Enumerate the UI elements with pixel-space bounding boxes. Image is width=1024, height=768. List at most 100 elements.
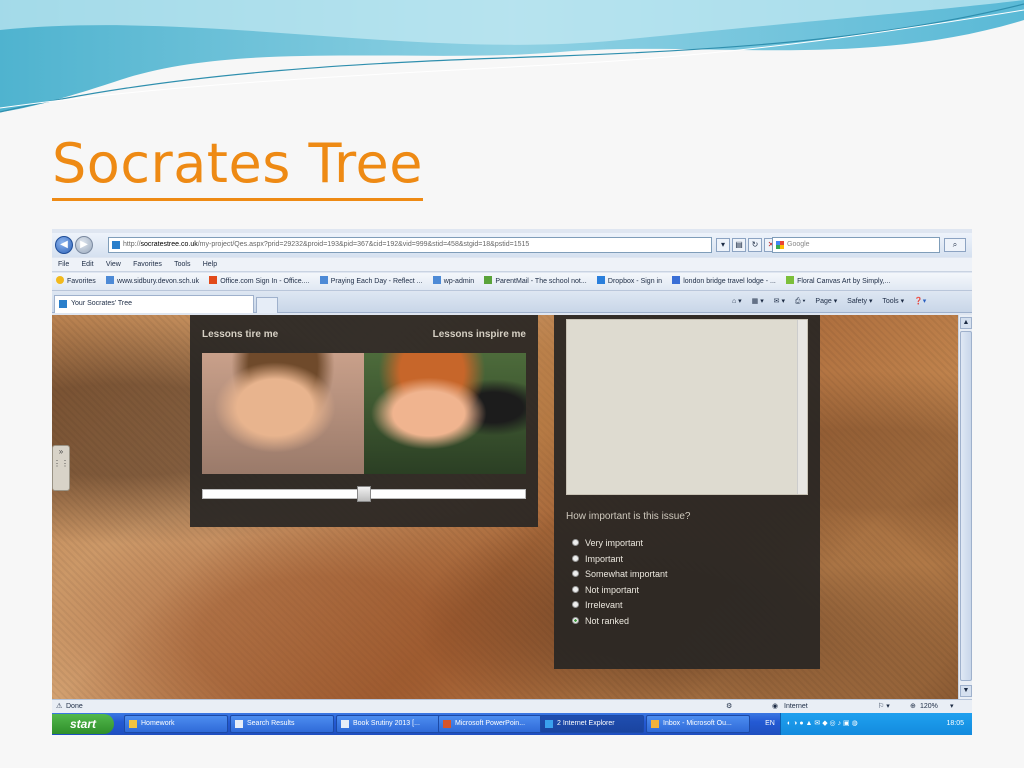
back-arrow-icon: ◀: [60, 239, 68, 250]
radio-icon[interactable]: [572, 616, 579, 624]
task-label: Inbox - Microsoft Ou...: [663, 720, 732, 727]
menu-favorites[interactable]: Favorites: [133, 258, 162, 272]
radio-icon[interactable]: [572, 570, 579, 577]
menu-file[interactable]: File: [58, 258, 69, 272]
side-panel-handle[interactable]: » ⋮⋮: [52, 445, 70, 491]
favorites-bar: Favorites www.sidbury.devon.sch.uk Offic…: [52, 273, 972, 291]
favorite-label: Praying Each Day - Reflect ...: [330, 278, 423, 285]
search-input[interactable]: Google: [772, 237, 940, 253]
zoom-icon: ⊕: [910, 703, 916, 710]
favorite-label: ParentMail - The school not...: [495, 278, 587, 285]
radio-icon[interactable]: [572, 601, 579, 608]
radio-icon[interactable]: [572, 539, 579, 546]
site-favicon-icon: [112, 241, 120, 249]
page-scrollbar[interactable]: ▲ ▼: [958, 315, 972, 699]
option-label: Not ranked: [585, 615, 630, 626]
importance-option[interactable]: Not ranked: [572, 615, 629, 627]
importance-option[interactable]: Somewhat important: [572, 568, 668, 580]
importance-option[interactable]: Not important: [572, 584, 639, 596]
menu-tools[interactable]: Tools: [174, 258, 190, 272]
opinion-slider-thumb[interactable]: [357, 486, 371, 502]
compat-icon: ▤: [735, 240, 743, 249]
ie-page-icon: [319, 276, 328, 284]
search-results-icon: [235, 720, 243, 728]
status-bar: ⚠ Done ⚙ ◉ Internet ⚐ ▾ ⊕ 120% ▾: [52, 699, 972, 713]
tab-your-socrates-tree[interactable]: Your Socrates' Tree: [54, 295, 254, 313]
ranking-panel: How important is this issue? Very import…: [554, 315, 820, 669]
favorite-link-praying[interactable]: Praying Each Day - Reflect ...: [319, 273, 423, 290]
favorite-link-wp-admin[interactable]: wp-admin: [432, 273, 474, 290]
importance-option[interactable]: Irrelevant: [572, 599, 623, 611]
favorite-link-sidbury[interactable]: www.sidbury.devon.sch.uk: [106, 273, 199, 290]
option-label: Irrelevant: [585, 600, 623, 610]
url-input[interactable]: http://socratestree.co.uk/my-project/Qes…: [108, 237, 712, 253]
scroll-down-icon[interactable]: ▼: [960, 685, 972, 697]
favorites-button[interactable]: Favorites: [56, 273, 96, 290]
favorite-link-travel-lodge[interactable]: london bridge travel lodge - ...: [672, 273, 776, 290]
url-host: socratestree.co.uk: [140, 241, 198, 248]
task-label: Book Srutiny 2013 [...: [353, 720, 420, 727]
favorite-link-parentmail[interactable]: ParentMail - The school not...: [484, 273, 587, 290]
option-label: Somewhat important: [585, 569, 668, 579]
menu-bar: File Edit View Favorites Tools Help: [52, 258, 972, 272]
scrollbar-thumb[interactable]: [960, 331, 972, 681]
folder-icon: [129, 720, 137, 728]
compatibility-button[interactable]: ▤: [732, 238, 746, 252]
forward-button[interactable]: ▶: [75, 236, 93, 254]
tray-icons[interactable]: ◐ ◑ ● ▲ ✉ ◆ ◎ ♪ ▣ ◍: [787, 713, 858, 735]
refresh-button[interactable]: ↻: [748, 238, 762, 252]
comment-textarea[interactable]: [566, 319, 808, 495]
favorite-link-dropbox[interactable]: Dropbox - Sign in: [596, 273, 662, 290]
task-outlook-inbox[interactable]: Inbox - Microsoft Ou...: [646, 715, 750, 733]
browser-screenshot: ◀ ▶ http://socratestree.co.uk/my-project…: [52, 229, 972, 735]
feeds-icon[interactable]: ▦ ▾: [752, 298, 764, 305]
task-powerpoint[interactable]: Microsoft PowerPoin...: [438, 715, 542, 733]
back-button[interactable]: ◀: [55, 236, 73, 254]
task-internet-explorer[interactable]: 2 Internet Explorer: [540, 715, 644, 733]
zoom-level[interactable]: 120%: [920, 700, 938, 714]
ie-page-icon: [106, 276, 115, 284]
radio-icon[interactable]: [572, 585, 579, 593]
status-text: Done: [66, 703, 83, 710]
zone-text: Internet: [784, 703, 808, 710]
start-button[interactable]: start: [52, 714, 114, 734]
importance-option[interactable]: Very important: [572, 537, 643, 549]
task-homework[interactable]: Homework: [124, 715, 228, 733]
search-placeholder: Google: [787, 241, 810, 248]
home-icon[interactable]: ⌂ ▾: [732, 298, 742, 305]
url-path: /my-project/Qes.aspx?prid=29232&proid=19…: [197, 241, 530, 248]
search-button[interactable]: ⌕: [944, 238, 966, 252]
menu-view[interactable]: View: [106, 258, 121, 272]
mail-icon[interactable]: ✉ ▾: [774, 298, 785, 305]
safety-menu-button[interactable]: Safety ▾: [847, 298, 872, 305]
task-search-results[interactable]: Search Results: [230, 715, 334, 733]
task-book-scrutiny[interactable]: Book Srutiny 2013 [...: [336, 715, 440, 733]
print-icon[interactable]: ⎙ ▾: [795, 298, 806, 305]
tab-title: Your Socrates' Tree: [71, 300, 133, 307]
zoom-dropdown-icon[interactable]: ▾: [950, 700, 954, 714]
task-label: 2 Internet Explorer: [557, 720, 615, 727]
importance-option[interactable]: Important: [572, 553, 623, 565]
inspired-child-photo: [364, 353, 526, 474]
scroll-up-icon[interactable]: ▲: [960, 317, 972, 329]
address-bar-row: ◀ ▶ http://socratestree.co.uk/my-project…: [52, 233, 972, 257]
language-indicator[interactable]: EN: [758, 713, 782, 735]
url-prefix: http://: [123, 241, 141, 248]
clock[interactable]: 18:05: [946, 713, 964, 735]
favorite-link-office[interactable]: Office.com Sign In - Office....: [209, 273, 309, 290]
tools-menu-button[interactable]: Tools ▾: [882, 298, 904, 305]
new-tab-button[interactable]: [256, 297, 278, 313]
parentmail-icon: [484, 276, 493, 284]
radio-icon[interactable]: [572, 554, 579, 562]
favorite-link-floral-canvas[interactable]: Floral Canvas Art by Simply,...: [786, 273, 890, 290]
address-dropdown-button[interactable]: ▾: [716, 238, 730, 252]
menu-edit[interactable]: Edit: [82, 258, 94, 272]
task-label: Microsoft PowerPoin...: [455, 720, 526, 727]
protected-mode-icon[interactable]: ⚐ ▾: [878, 700, 890, 714]
page-menu-button[interactable]: Page ▾: [815, 298, 837, 305]
comment-scrollbar[interactable]: [797, 320, 807, 494]
double-chevron-right-icon: »: [58, 447, 64, 456]
ie-page-icon: [432, 276, 441, 284]
help-icon[interactable]: ❓▾: [914, 298, 926, 305]
menu-help[interactable]: Help: [203, 258, 217, 272]
